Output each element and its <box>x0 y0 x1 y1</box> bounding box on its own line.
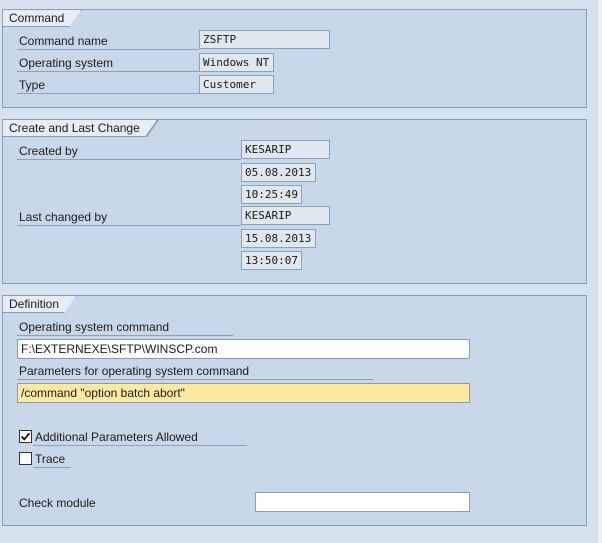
os-command-input[interactable]: F:\EXTERNEXE\SFTP\WINSCP.com <box>17 339 470 359</box>
command-group: Command Command name ZSFTP Operating sys… <box>2 9 587 108</box>
params-input[interactable]: /command "option batch abort" <box>17 383 470 403</box>
last-changed-by-label: Last changed by <box>17 208 241 226</box>
checkmark-icon <box>20 432 31 441</box>
additional-params-checkbox[interactable] <box>19 430 32 443</box>
created-time-field[interactable]: 10:25:49 <box>241 185 302 204</box>
created-date-field[interactable]: 05.08.2013 <box>241 163 316 182</box>
additional-params-label: Additional Parameters Allowed <box>33 428 247 446</box>
create-change-group-title: Create and Last Change <box>3 120 157 137</box>
changed-time-field[interactable]: 13:50:07 <box>241 251 302 270</box>
command-name-label: Command name <box>17 32 199 50</box>
check-module-input[interactable] <box>255 492 470 512</box>
operating-system-field[interactable]: Windows NT <box>199 53 274 72</box>
type-label: Type <box>17 76 199 94</box>
command-name-field[interactable]: ZSFTP <box>199 30 330 49</box>
command-group-title: Command <box>3 10 81 27</box>
trace-label: Trace <box>33 450 71 468</box>
params-label: Parameters for operating system command <box>17 362 373 380</box>
definition-group: Definition Operating system command F:\E… <box>2 295 587 526</box>
os-command-label: Operating system command <box>17 318 233 336</box>
created-by-label: Created by <box>17 142 241 160</box>
create-change-group: Create and Last Change Created by KESARI… <box>2 119 587 284</box>
last-changed-by-field[interactable]: KESARIP <box>241 206 330 225</box>
trace-checkbox[interactable] <box>19 452 32 465</box>
window-edge <box>598 0 602 543</box>
operating-system-label: Operating system <box>17 54 199 72</box>
created-by-field[interactable]: KESARIP <box>241 140 330 159</box>
definition-group-title: Definition <box>3 296 76 313</box>
changed-date-field[interactable]: 15.08.2013 <box>241 229 316 248</box>
check-module-label: Check module <box>19 496 96 510</box>
type-field[interactable]: Customer <box>199 75 274 94</box>
